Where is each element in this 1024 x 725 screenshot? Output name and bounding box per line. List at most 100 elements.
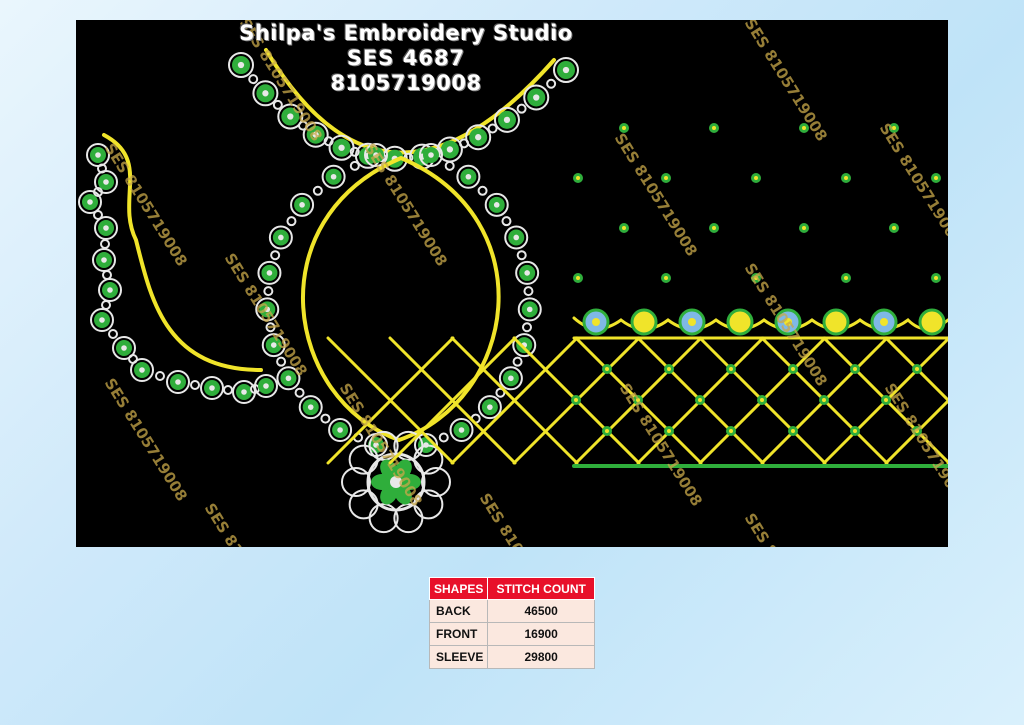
polka-dot-center <box>754 176 758 180</box>
white-curl <box>320 413 331 424</box>
polka-dot-center <box>664 276 668 280</box>
leaf-motif-center <box>299 202 305 208</box>
leaf-motif-center <box>330 173 337 180</box>
white-curl <box>101 300 111 310</box>
polka-dot-center <box>576 176 580 180</box>
shape-cell: FRONT <box>428 622 489 646</box>
leaf-motif-center <box>263 383 269 389</box>
band-flower-center <box>928 318 936 326</box>
leaf-motif-center <box>337 427 343 433</box>
leaf-motif-center <box>278 234 284 241</box>
leaf-motif-center <box>428 152 434 158</box>
polka-dot-center <box>760 398 764 402</box>
white-curl <box>349 160 360 171</box>
white-curl <box>444 160 455 171</box>
studio-name: Shilpa's Embroidery Studio <box>239 21 573 45</box>
leaf-motif-center <box>493 202 500 208</box>
polka-dot-center <box>729 367 733 371</box>
leaf-motif-center <box>121 345 127 351</box>
polka-dot-center <box>698 398 702 402</box>
white-curl <box>270 250 281 261</box>
white-curl <box>477 185 488 196</box>
band-flower-center <box>640 318 648 326</box>
leaf-motif-center <box>209 385 215 391</box>
studio-phone: 8105719008 <box>330 71 482 95</box>
leaf-motif-center <box>95 152 101 158</box>
white-curl <box>521 322 532 333</box>
white-curl <box>516 250 527 261</box>
white-curl <box>263 286 274 297</box>
polka-dot-center <box>667 367 671 371</box>
white-curl <box>102 270 112 280</box>
white-curl <box>516 103 527 114</box>
shape-cell: BACK <box>428 599 489 623</box>
white-curl <box>155 371 165 381</box>
stitch-count-table: SHAPES STITCH COUNT BACK 46500 FRONT 169… <box>428 577 595 669</box>
polka-dot-center <box>844 276 848 280</box>
white-curl <box>100 239 110 249</box>
polka-dot-center <box>791 367 795 371</box>
leaf-motif-center <box>503 116 511 124</box>
polka-dot-center <box>853 429 857 433</box>
leaf-motif-center <box>465 173 472 180</box>
band-flower-center <box>832 318 840 326</box>
table-row: SLEEVE 29800 <box>428 645 595 669</box>
leaf-motif-center <box>526 306 533 313</box>
white-curl <box>523 286 534 297</box>
table-header-row: SHAPES STITCH COUNT <box>428 577 595 600</box>
leaf-motif-center <box>139 367 145 373</box>
leaf-motif-center <box>87 199 93 205</box>
polka-dot-center <box>892 226 896 230</box>
white-curl <box>501 216 512 227</box>
band-flower-center <box>592 318 600 326</box>
leaf-motif-center <box>241 389 247 395</box>
white-curl <box>438 432 449 443</box>
table-row: BACK 46500 <box>428 599 595 623</box>
polka-dot-center <box>791 429 795 433</box>
white-curl <box>312 185 323 196</box>
studio-title-block: Shilpa's Embroidery Studio SES 4687 8105… <box>226 20 586 96</box>
white-curl <box>223 385 233 395</box>
polka-dot-center <box>605 429 609 433</box>
leaf-motif-center <box>487 404 493 410</box>
polka-dot-center <box>844 176 848 180</box>
polka-dot-center <box>915 367 919 371</box>
leaf-motif-center <box>338 144 345 151</box>
table-row: FRONT 16900 <box>428 622 595 646</box>
embroidery-artwork <box>78 48 948 534</box>
white-curl <box>108 329 118 339</box>
leaf-motif-center <box>458 427 465 433</box>
white-curl <box>190 380 200 390</box>
white-curl <box>272 99 283 110</box>
polka-dot-center <box>576 276 580 280</box>
polka-dot-center <box>934 176 938 180</box>
column-header-shapes: SHAPES <box>428 577 489 600</box>
polka-dot-center <box>729 429 733 433</box>
polka-dot-center <box>667 429 671 433</box>
leaf-motif-center <box>101 257 107 263</box>
polka-dot-center <box>574 398 578 402</box>
leaf-motif-center <box>107 287 113 293</box>
design-preview-panel: SES 8105719008 SES 8105719008 SES 810571… <box>76 20 948 547</box>
stitch-count-cell: 16900 <box>487 622 595 646</box>
shape-cell: SLEEVE <box>428 645 489 669</box>
polka-dot-center <box>712 226 716 230</box>
leaf-motif-center <box>175 379 181 385</box>
leaf-motif-center <box>446 146 454 153</box>
leaf-motif-center <box>524 270 530 276</box>
white-curl <box>294 387 305 398</box>
band-flower-center <box>880 318 888 326</box>
column-header-stitch-count: STITCH COUNT <box>487 577 595 600</box>
polka-dot-center <box>853 367 857 371</box>
leaf-motif-center <box>475 134 482 141</box>
band-flower-center <box>688 318 696 326</box>
leaf-motif-center <box>285 375 292 382</box>
polka-dot-center <box>934 276 938 280</box>
white-curl <box>286 216 297 227</box>
band-flower-center <box>736 318 744 326</box>
polka-dot-center <box>822 398 826 402</box>
leaf-motif-center <box>103 179 109 185</box>
stitch-count-cell: 29800 <box>487 645 595 669</box>
white-curl <box>512 356 523 367</box>
leaf-motif-center <box>103 225 109 231</box>
